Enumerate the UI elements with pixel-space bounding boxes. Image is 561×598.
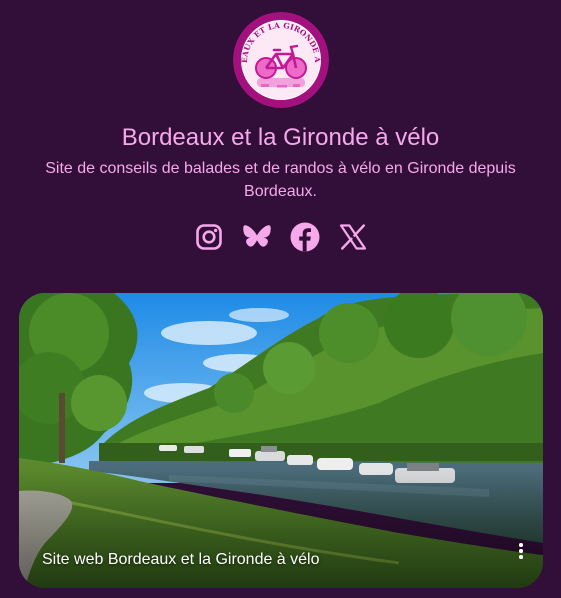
profile-description: Site de conseils de balades et de randos… [45, 160, 516, 200]
facebook-icon [290, 222, 320, 252]
social-links [192, 220, 370, 254]
bluesky-icon [243, 225, 271, 247]
profile-title: Bordeaux et la Gironde à vélo [121, 124, 440, 151]
bluesky-link[interactable] [240, 220, 274, 254]
facebook-link[interactable] [288, 220, 322, 254]
instagram-link[interactable] [192, 220, 226, 254]
more-options-button[interactable] [511, 541, 531, 561]
x-link[interactable] [336, 220, 370, 254]
link-card-label: Site web Bordeaux et la Gironde à vélo [42, 551, 320, 568]
instagram-icon [196, 224, 222, 250]
canal-photo [19, 293, 543, 588]
more-options-dot [519, 555, 523, 559]
more-options-icon [519, 543, 523, 547]
link-card[interactable]: Site web Bordeaux et la Gironde à vélo [19, 293, 543, 588]
x-icon [339, 224, 367, 250]
profile-avatar[interactable]: BORDEAUX ET LA GIRONDE À VÉLO [233, 12, 329, 108]
more-options-dot [519, 549, 523, 553]
